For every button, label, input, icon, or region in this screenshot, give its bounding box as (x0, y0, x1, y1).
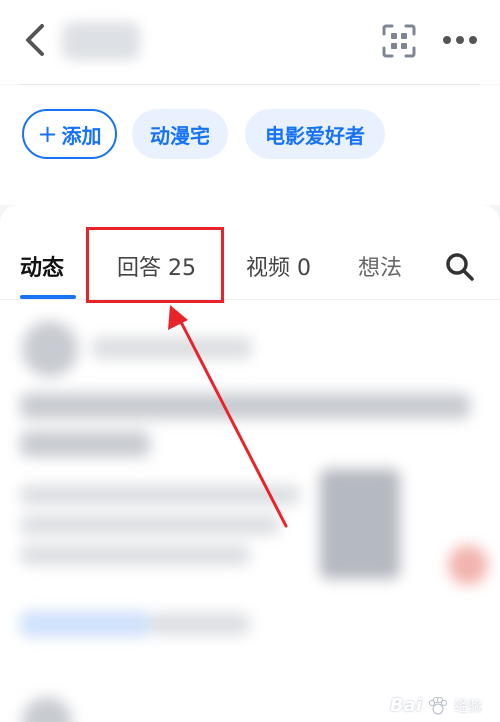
tab-bar: 动态 回答 25 视频 0 想法 (0, 205, 500, 300)
tab-thoughts[interactable]: 想法 (358, 250, 402, 282)
tab-overflow-fade (410, 235, 446, 295)
watermark-brand: Bai (389, 695, 422, 716)
watermark-sub: 经验 (454, 698, 482, 715)
tag-anime[interactable]: 动漫宅 (132, 109, 228, 159)
answers-tab-highlight-box (86, 227, 224, 303)
chevron-left-icon[interactable] (22, 22, 50, 58)
tag-movie-lover[interactable]: 电影爱好者 (245, 109, 385, 159)
search-icon[interactable] (444, 251, 476, 283)
plus-icon: + (37, 120, 58, 148)
add-tag-button[interactable]: + 添加 (22, 109, 117, 159)
blurred-feed (0, 301, 500, 722)
top-bar (0, 0, 500, 84)
watermark-logo: Bai 经验 (390, 695, 482, 716)
paw-icon (429, 696, 447, 714)
interest-tags: + 添加 动漫宅 电影爱好者 (0, 85, 500, 205)
qr-scan-icon[interactable] (380, 22, 418, 60)
tab-videos[interactable]: 视频 0 (246, 250, 311, 282)
tab-activity[interactable]: 动态 (20, 250, 64, 282)
more-dots-icon[interactable] (440, 26, 480, 54)
blurred-profile-name (62, 22, 140, 60)
tab-active-indicator (20, 295, 76, 299)
add-tag-label: 添加 (61, 123, 102, 148)
content-card: 动态 回答 25 视频 0 想法 (0, 205, 500, 722)
